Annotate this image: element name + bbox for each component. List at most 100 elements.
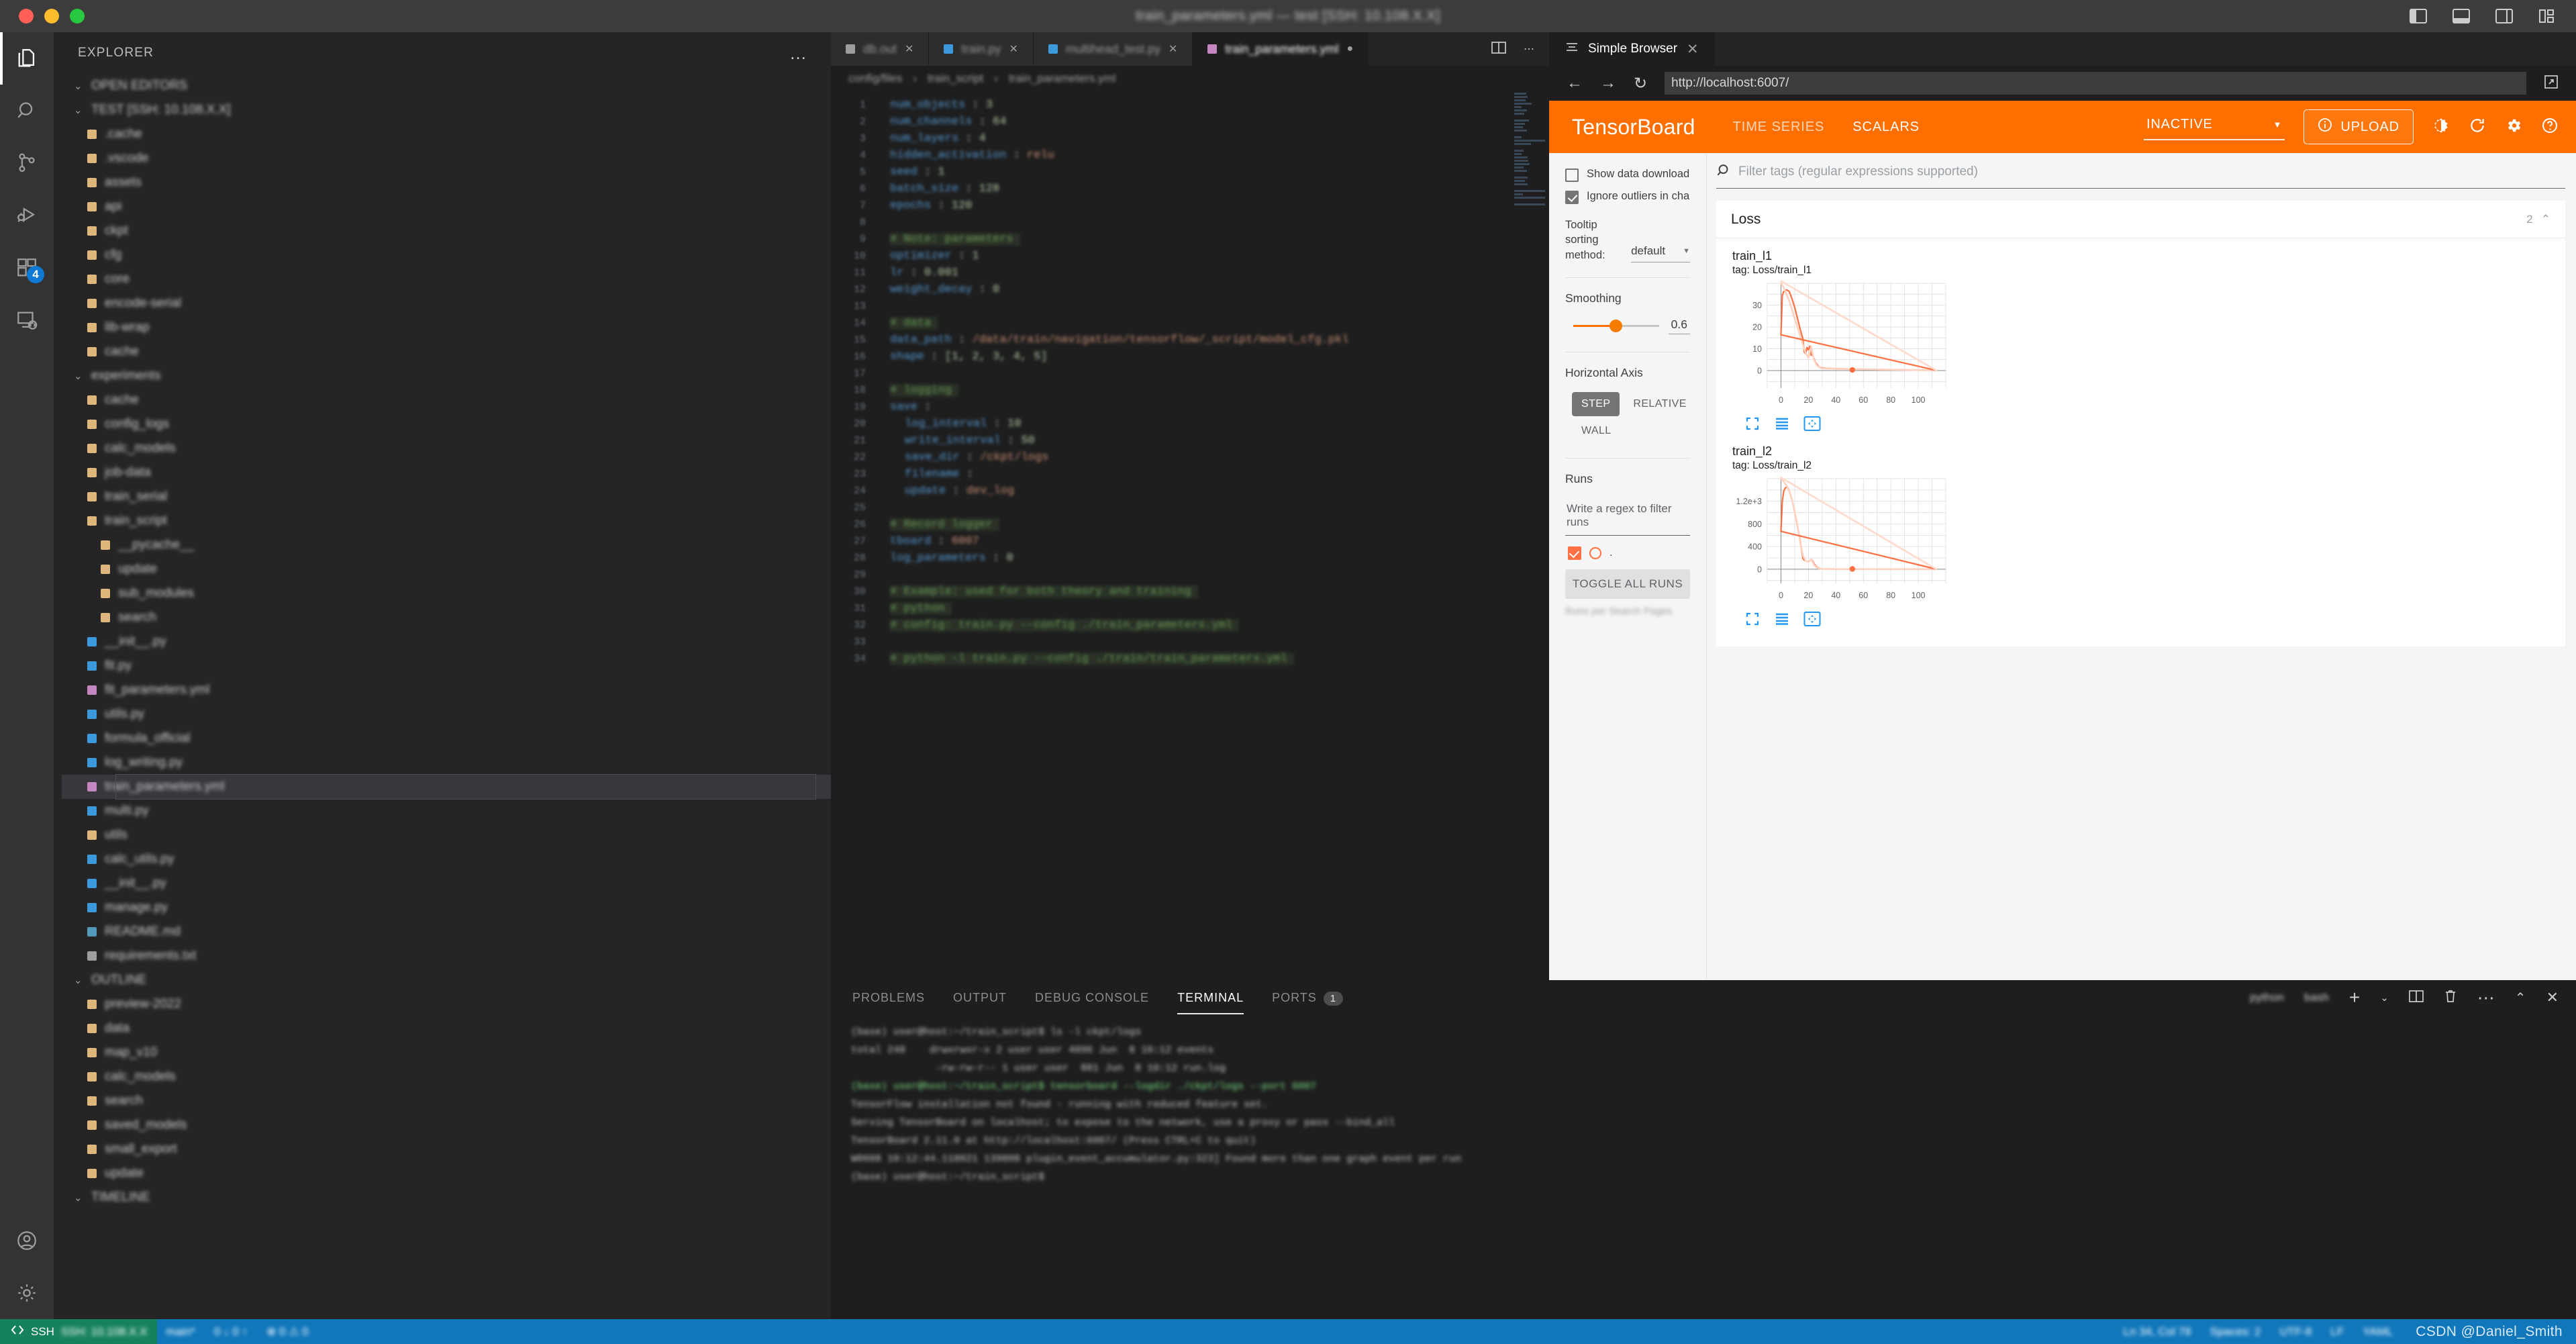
tree-item[interactable]: saved_models <box>62 1113 831 1137</box>
tree-item[interactable]: formula_official <box>62 726 831 751</box>
tensorboard-nav-item[interactable]: SCALARS <box>1850 115 1922 139</box>
tree-item[interactable]: calc_utils.py <box>62 847 831 871</box>
editor-tab[interactable]: db.out ✕ <box>831 32 930 66</box>
close-icon[interactable]: ✕ <box>1687 41 1699 58</box>
tensorboard-nav-item[interactable]: TIME SERIES <box>1730 115 1828 139</box>
split-terminal-icon[interactable] <box>2408 990 2424 1006</box>
status-language-mode[interactable]: YAML <box>2353 1325 2402 1339</box>
status-branch[interactable]: main* <box>157 1325 205 1339</box>
code-line[interactable]: 4 hidden_activation : relu <box>831 147 1549 164</box>
tree-item[interactable]: multi.py <box>62 799 831 823</box>
tree-item[interactable]: cache <box>62 388 831 412</box>
tree-item[interactable]: manage.py <box>62 896 831 920</box>
editor-more-actions-icon[interactable]: ⋯ <box>1524 42 1534 56</box>
panel-actions[interactable]: python bash + ⌄ ⋯ ⌃ ✕ <box>2250 980 2559 1015</box>
tree-item[interactable]: small_export <box>62 1137 831 1161</box>
chevron-down-icon[interactable]: ⌄ <box>74 104 83 116</box>
status-eol[interactable]: LF <box>2321 1325 2353 1339</box>
reload-icon[interactable]: ↻ <box>1634 74 1647 93</box>
chevron-down-icon[interactable]: ⌄ <box>74 80 83 92</box>
chart-actions[interactable] <box>1744 611 2565 630</box>
customize-layout-icon[interactable] <box>2538 8 2556 24</box>
breadcrumb-item[interactable]: train_parameters.yml <box>1009 72 1116 85</box>
panel-tab[interactable]: PORTS 1 <box>1272 981 1344 1014</box>
editor-tabs[interactable]: db.out ✕ train.py ✕ multihead_test.py ✕ train_… <box>831 32 1549 66</box>
kill-terminal-icon[interactable] <box>2444 989 2457 1007</box>
tree-item[interactable]: job-data <box>62 461 831 485</box>
chevron-down-icon[interactable]: ⌄ <box>74 974 83 986</box>
chart-plot[interactable]: 0 20 40 60 80 100 0 400 800 1.2e+3 <box>1732 472 1954 606</box>
ignore-outliers-row[interactable]: Ignore outliers in chart scaling <box>1565 190 1690 204</box>
toggle-secondary-sidebar-icon[interactable] <box>2495 8 2513 24</box>
tree-item[interactable]: core <box>62 267 831 291</box>
tree-item[interactable]: __init__.py <box>62 630 831 654</box>
code-line[interactable]: 6 batch_size : 128 <box>831 181 1549 197</box>
chevron-down-icon[interactable]: ⌄ <box>74 370 83 382</box>
browser-tab[interactable]: Simple Browser ✕ <box>1549 32 1715 66</box>
code-line[interactable]: 3 num_layers : 4 <box>831 130 1549 147</box>
code-line[interactable]: 29 <box>831 567 1549 583</box>
show-download-links-row[interactable]: Show data download links <box>1565 168 1690 182</box>
tree-item[interactable]: calc_models <box>62 1065 831 1089</box>
status-encoding[interactable]: UTF-8 <box>2270 1325 2321 1339</box>
tree-item[interactable]: api <box>62 195 831 219</box>
tooltip-sorting-select[interactable]: default ▼ <box>1631 244 1690 262</box>
tree-item[interactable]: assets <box>62 171 831 195</box>
code-line[interactable]: 26 # Record logger <box>831 516 1549 533</box>
editor-tab[interactable]: multihead_test.py ✕ <box>1033 32 1193 66</box>
close-icon[interactable]: ✕ <box>1169 42 1177 56</box>
tree-section[interactable]: ⌄ OPEN EDITORS <box>62 74 831 98</box>
code-line[interactable]: 19 save : <box>831 399 1549 416</box>
tree-item[interactable]: search <box>62 1089 831 1113</box>
toggle-data-table-icon[interactable] <box>1774 612 1790 630</box>
explorer-more-actions-icon[interactable]: … <box>789 44 808 62</box>
activity-item-source-control[interactable] <box>0 137 54 189</box>
toggle-data-table-icon[interactable] <box>1774 416 1790 434</box>
new-terminal-icon[interactable]: + <box>2349 987 2360 1008</box>
activity-item-extensions[interactable]: 4 <box>0 242 54 294</box>
activity-item-manage[interactable] <box>0 1267 54 1319</box>
code-line[interactable]: 9 # Note: parameters <box>831 231 1549 248</box>
back-icon[interactable]: ← <box>1567 74 1583 93</box>
code-line[interactable]: 10 optimizer : 1 <box>831 248 1549 265</box>
panel-more-actions-icon[interactable]: ⋯ <box>2477 989 2495 1006</box>
panel-tab[interactable]: DEBUG CONSOLE <box>1035 981 1149 1014</box>
code-line[interactable]: 25 <box>831 499 1549 516</box>
code-line[interactable]: 2 num_channels : 64 <box>831 113 1549 130</box>
code-line[interactable]: 30 # Example: used for both theory and tr… <box>831 583 1549 600</box>
code-line[interactable]: 16 shape : [1, 2, 3, 4, 5] <box>831 348 1549 365</box>
status-problems[interactable]: ⊗ 0 ⚠ 0 <box>257 1325 318 1339</box>
tree-section[interactable]: ⌄ TEST [SSH: 10.108.X.X] <box>62 98 831 122</box>
browser-tabs[interactable]: Simple Browser ✕ <box>1549 32 2576 66</box>
toggle-primary-sidebar-icon[interactable] <box>2410 8 2427 24</box>
code-line[interactable]: 24 update : dev_log <box>831 483 1549 499</box>
tree-item[interactable]: search <box>62 606 831 630</box>
run-selector[interactable]: INACTIVE ▼ <box>2144 114 2285 140</box>
status-sync[interactable]: 0 ↓ 0 ↑ <box>205 1325 257 1339</box>
panel-tab[interactable]: OUTPUT <box>953 981 1007 1014</box>
panel-tab[interactable]: TERMINAL <box>1177 981 1244 1014</box>
code-line[interactable]: 15 data_path : /data/train/navigation/ten… <box>831 332 1549 348</box>
tree-item[interactable]: preview-2022 <box>62 992 831 1016</box>
editor-tab-actions[interactable]: ⋯ <box>1477 32 1549 66</box>
editor-tab[interactable]: train_parameters.yml ● <box>1193 32 1369 66</box>
run-item[interactable]: . <box>1565 546 1690 560</box>
tree-item[interactable]: encode-serial <box>62 291 831 316</box>
dirty-indicator-icon[interactable]: ● <box>1346 43 1353 55</box>
terminal-output[interactable]: (base) user@host:~/train_script$ ls -l c… <box>831 1015 2576 1186</box>
code-line[interactable]: 5 seed : 1 <box>831 164 1549 181</box>
code-line[interactable]: 17 <box>831 365 1549 382</box>
expand-chart-icon[interactable] <box>1744 416 1761 435</box>
chevron-down-icon[interactable]: ⌄ <box>2380 992 2389 1004</box>
reload-icon[interactable] <box>2469 117 2486 138</box>
show-download-links-checkbox[interactable] <box>1565 169 1579 182</box>
tree-item[interactable]: data <box>62 1016 831 1041</box>
code-line[interactable]: 22 save_dir : /ckpt/logs <box>831 449 1549 466</box>
tree-item[interactable]: train_parameters.yml <box>62 775 831 799</box>
horizontal-axis-buttons-row2[interactable]: WALL <box>1565 419 1690 443</box>
tree-section[interactable]: ⌄ experiments <box>62 364 831 388</box>
activity-item-explorer[interactable] <box>0 32 54 85</box>
runs-filter-input[interactable]: Write a regex to filter runs <box>1565 498 1690 536</box>
tree-item[interactable]: __init__.py <box>62 871 831 896</box>
chevron-down-icon[interactable]: ▼ <box>1683 247 1690 255</box>
